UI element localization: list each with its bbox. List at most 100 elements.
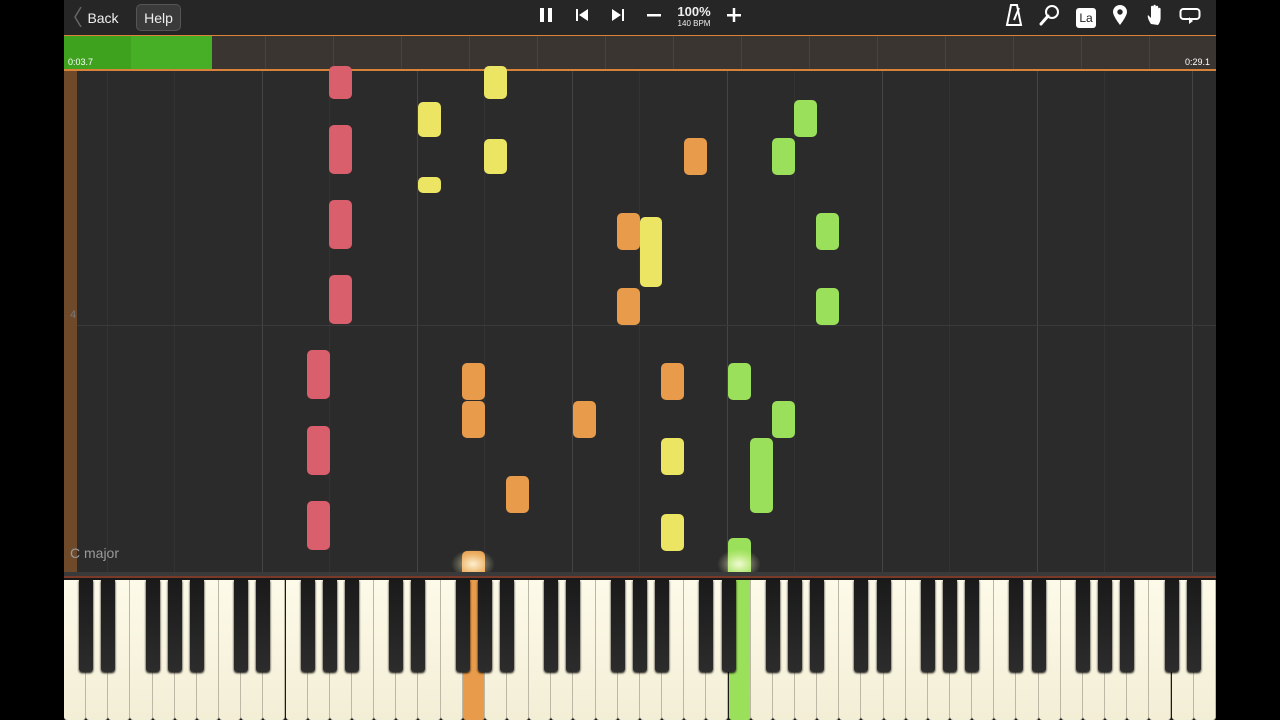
note-yellow bbox=[484, 66, 507, 99]
zoom-icon bbox=[1039, 4, 1061, 31]
black-key[interactable] bbox=[1009, 580, 1024, 672]
metronome-icon bbox=[1005, 4, 1023, 31]
metronome-button[interactable] bbox=[1000, 4, 1028, 31]
black-key[interactable] bbox=[943, 580, 957, 672]
black-key[interactable] bbox=[920, 580, 935, 672]
black-key[interactable] bbox=[1120, 580, 1135, 672]
note-green bbox=[750, 438, 773, 513]
black-key[interactable] bbox=[610, 580, 625, 672]
note-orange bbox=[506, 476, 529, 513]
timeline-measure-divider bbox=[1013, 36, 1014, 69]
black-key[interactable] bbox=[632, 580, 647, 672]
timeline-measure-divider bbox=[537, 36, 538, 69]
black-key[interactable] bbox=[411, 580, 426, 672]
octave-gridline bbox=[417, 71, 418, 572]
octave-gridline bbox=[882, 71, 883, 572]
back-button[interactable]: Back bbox=[68, 4, 130, 31]
black-key[interactable] bbox=[544, 580, 559, 672]
black-key[interactable] bbox=[1031, 580, 1046, 672]
note-yellow bbox=[661, 438, 684, 475]
total-time: 0:29.1 bbox=[1184, 57, 1210, 67]
note-yellow bbox=[418, 177, 441, 193]
note-green bbox=[728, 363, 751, 400]
pause-icon bbox=[539, 7, 553, 28]
black-key[interactable] bbox=[167, 580, 182, 672]
black-key[interactable] bbox=[1098, 580, 1113, 672]
black-key[interactable] bbox=[765, 580, 780, 672]
key-gridline bbox=[949, 71, 950, 572]
skip-forward-button[interactable] bbox=[604, 5, 632, 30]
measure-line bbox=[77, 325, 1216, 326]
note-orange bbox=[684, 138, 707, 175]
loop-button[interactable] bbox=[1176, 5, 1204, 30]
note-red bbox=[307, 426, 330, 475]
timeline-measure-divider bbox=[741, 36, 742, 69]
black-key[interactable] bbox=[145, 580, 160, 672]
timeline-measure-divider bbox=[333, 36, 334, 69]
hand-button[interactable] bbox=[1142, 4, 1170, 31]
location-button[interactable] bbox=[1106, 5, 1134, 30]
black-key[interactable] bbox=[256, 580, 271, 672]
note-orange bbox=[462, 363, 485, 400]
black-key[interactable] bbox=[566, 580, 581, 672]
timeline-measure-divider bbox=[265, 36, 266, 69]
black-key[interactable] bbox=[721, 580, 736, 672]
skip-back-button[interactable] bbox=[568, 5, 596, 30]
black-key[interactable] bbox=[699, 580, 714, 672]
note-red bbox=[307, 501, 330, 550]
key-gridline bbox=[174, 71, 175, 572]
note-orange bbox=[617, 213, 640, 250]
note-yellow bbox=[661, 514, 684, 551]
black-key[interactable] bbox=[344, 580, 359, 672]
black-key[interactable] bbox=[1186, 580, 1201, 672]
black-key[interactable] bbox=[810, 580, 825, 672]
hand-icon bbox=[1146, 4, 1166, 31]
note-label-button[interactable]: La bbox=[1072, 5, 1100, 30]
measure-number: 4 bbox=[70, 309, 77, 321]
note-orange bbox=[462, 401, 485, 438]
black-key[interactable] bbox=[655, 580, 670, 672]
black-key[interactable] bbox=[965, 580, 980, 672]
toolbar: Back Help 100% 140 BPM La bbox=[64, 0, 1216, 35]
location-pin-icon bbox=[1112, 4, 1128, 31]
timeline-measure-divider bbox=[605, 36, 606, 69]
black-key[interactable] bbox=[1164, 580, 1179, 672]
black-key[interactable] bbox=[500, 580, 514, 672]
timeline-measure-divider bbox=[469, 36, 470, 69]
black-key[interactable] bbox=[455, 580, 470, 672]
current-time: 0:03.7 bbox=[68, 57, 94, 67]
piano-keyboard bbox=[64, 572, 1216, 720]
black-key[interactable] bbox=[389, 580, 404, 672]
black-key[interactable] bbox=[189, 580, 204, 672]
black-key[interactable] bbox=[477, 580, 492, 672]
timeline-scrubber[interactable]: 0:03.7 0:29.1 bbox=[64, 35, 1216, 71]
black-key[interactable] bbox=[876, 580, 891, 672]
skip-forward-icon bbox=[611, 8, 625, 27]
pause-button[interactable] bbox=[532, 5, 560, 30]
note-yellow bbox=[484, 139, 507, 174]
note-red bbox=[329, 125, 352, 174]
black-key[interactable] bbox=[1075, 580, 1090, 672]
black-key[interactable] bbox=[300, 580, 315, 672]
black-key[interactable] bbox=[787, 580, 802, 672]
tempo-display: 100% 140 BPM bbox=[669, 4, 719, 32]
back-label: Back bbox=[87, 9, 119, 26]
timeline-measure-divider bbox=[877, 36, 878, 69]
help-button[interactable]: Help bbox=[136, 4, 181, 31]
black-key[interactable] bbox=[101, 580, 116, 672]
note-green bbox=[816, 288, 839, 325]
black-key[interactable] bbox=[79, 580, 94, 672]
falling-notes-area: 4 C major bbox=[64, 66, 1216, 579]
note-yellow bbox=[640, 217, 662, 287]
tempo-decrease-button[interactable] bbox=[640, 5, 668, 30]
timeline-measure-divider bbox=[1081, 36, 1082, 69]
tempo-increase-button[interactable] bbox=[720, 5, 748, 30]
tempo-bpm: 140 BPM bbox=[677, 19, 711, 28]
synthesia-app: Back Help 100% 140 BPM La 0:03.7 0:29.1 … bbox=[64, 0, 1216, 720]
zoom-button[interactable] bbox=[1036, 5, 1064, 30]
black-key[interactable] bbox=[234, 580, 249, 672]
black-key[interactable] bbox=[322, 580, 337, 672]
black-key[interactable] bbox=[854, 580, 869, 672]
note-orange bbox=[573, 401, 596, 438]
note-yellow bbox=[418, 102, 441, 137]
